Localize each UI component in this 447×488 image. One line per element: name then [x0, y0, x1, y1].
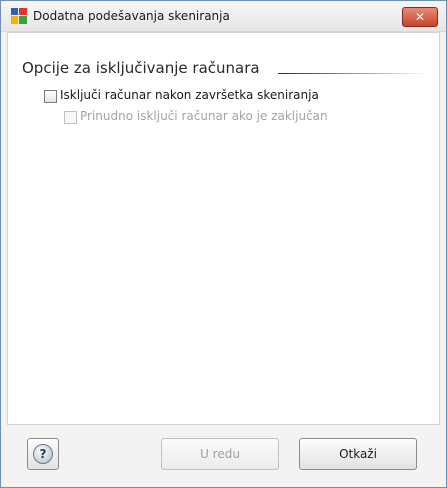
shutdown-after-scan-checkbox[interactable] — [44, 90, 57, 103]
ok-button[interactable]: U redu — [161, 438, 279, 470]
dialog-window: Dodatna podešavanja skeniranja ✕ Opcije … — [0, 0, 447, 488]
shutdown-after-scan-label: Isključi računar nakon završetka skenira… — [60, 88, 319, 102]
cancel-button[interactable]: Otkaži — [299, 438, 417, 470]
help-icon: ? — [33, 444, 53, 464]
section-divider — [278, 73, 428, 74]
window-title: Dodatna podešavanja skeniranja — [33, 9, 230, 23]
avg-logo-icon — [11, 8, 27, 24]
help-button[interactable]: ? — [27, 438, 59, 470]
title-bar[interactable]: Dodatna podešavanja skeniranja ✕ — [1, 1, 446, 32]
content-panel: Opcije za isključivanje računara Isključ… — [7, 32, 440, 425]
section-title: Opcije za isključivanje računara — [22, 59, 260, 77]
force-shutdown-locked-label: Prinudno isključi računar ako je zaključ… — [80, 109, 328, 123]
force-shutdown-locked-checkbox[interactable] — [64, 111, 77, 124]
close-button[interactable]: ✕ — [402, 7, 438, 27]
close-icon: ✕ — [414, 10, 426, 24]
